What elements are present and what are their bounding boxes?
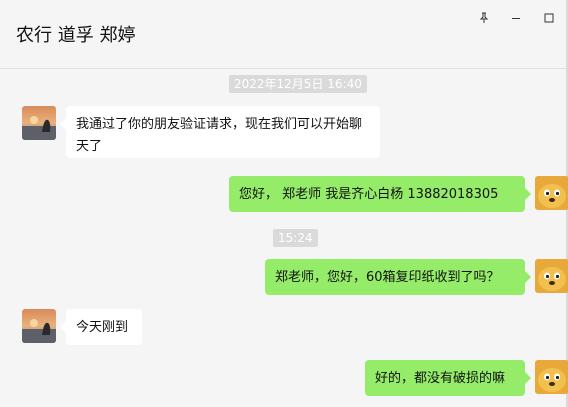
message-text: 今天刚到 — [76, 320, 129, 335]
chat-window: 农行 道孚 郑婷 2022年12月5日 16:40 15:24 我通过了你的朋友… — [0, 0, 568, 407]
timestamp: 15:24 — [273, 229, 318, 247]
sunset-landscape-avatar-icon — [22, 309, 56, 343]
minimize-button[interactable] — [506, 8, 526, 28]
message-bubble-incoming[interactable]: 今天刚到 — [60, 309, 142, 345]
message-text: 您好， 郑老师 我是齐心白杨 13882018305 — [239, 187, 499, 202]
message-text: 好的，都没有破损的嘛 — [375, 371, 506, 386]
chat-title: 农行 道孚 郑婷 — [16, 25, 136, 46]
pin-icon — [479, 12, 489, 23]
message-bubble-outgoing[interactable]: 郑老师，您好，60箱复印纸收到了吗？ — [265, 259, 531, 295]
message-bubble-outgoing[interactable]: 您好， 郑老师 我是齐心白杨 13882018305 — [229, 176, 531, 212]
pin-button[interactable] — [474, 8, 494, 28]
chat-header: 农行 道孚 郑婷 — [0, 0, 568, 69]
message-bubble-incoming[interactable]: 我通过了你的朋友验证请求，现在我们可以开始聊天了 — [60, 106, 380, 158]
message-bubble-outgoing[interactable]: 好的，都没有破损的嘛 — [365, 360, 531, 396]
my-avatar[interactable] — [535, 259, 568, 293]
cartoon-dog-avatar-icon — [535, 360, 568, 394]
my-avatar[interactable] — [535, 176, 568, 210]
message-text: 郑老师，您好，60箱复印纸收到了吗？ — [275, 270, 500, 285]
cartoon-dog-avatar-icon — [535, 259, 568, 293]
timestamp: 2022年12月5日 16:40 — [229, 75, 367, 93]
contact-avatar[interactable] — [22, 309, 56, 343]
message-text: 我通过了你的朋友验证请求，现在我们可以开始聊天了 — [76, 117, 363, 154]
sunset-landscape-avatar-icon — [22, 106, 56, 140]
my-avatar[interactable] — [535, 360, 568, 394]
maximize-icon — [544, 13, 554, 23]
cartoon-dog-avatar-icon — [535, 176, 568, 210]
maximize-button[interactable] — [539, 8, 559, 28]
contact-avatar[interactable] — [22, 106, 56, 140]
minimize-icon — [512, 18, 520, 19]
